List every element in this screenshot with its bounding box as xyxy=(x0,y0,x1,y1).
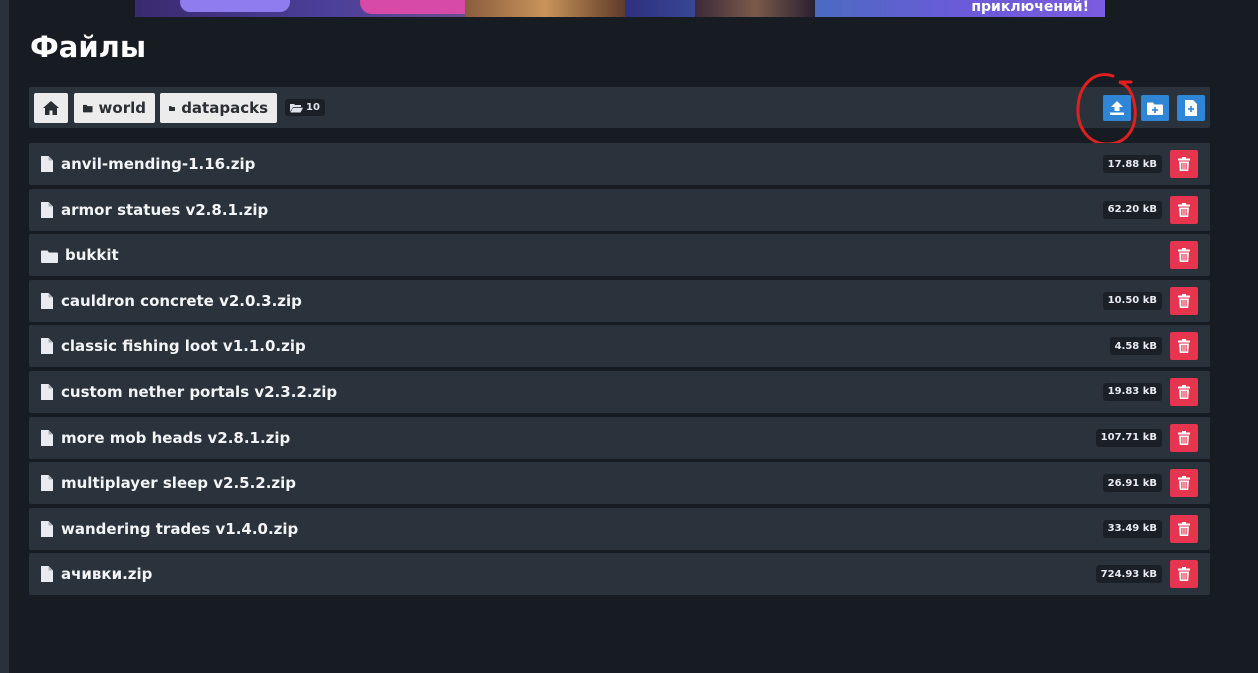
file-row[interactable]: classic fishing loot v1.1.0.zip 4.58 kB xyxy=(29,325,1210,368)
file-row[interactable]: ачивки.zip 724.93 kB xyxy=(29,553,1210,596)
item-count: 10 xyxy=(306,102,320,113)
folder-row[interactable]: bukkit xyxy=(29,234,1210,277)
file-icon xyxy=(41,520,53,537)
file-size-badge: 19.83 kB xyxy=(1102,382,1162,401)
trash-icon xyxy=(1178,430,1190,445)
trash-icon xyxy=(1178,384,1190,399)
breadcrumb-world[interactable]: world xyxy=(74,93,155,123)
home-icon xyxy=(43,101,59,115)
file-row[interactable]: custom nether portals v2.3.2.zip 19.83 kB xyxy=(29,370,1210,413)
file-icon xyxy=(41,383,53,404)
file-name[interactable]: wandering trades v1.4.0.zip xyxy=(61,520,298,538)
file-icon xyxy=(41,566,53,583)
new-file-icon xyxy=(1185,100,1197,116)
breadcrumb-label: world xyxy=(98,99,146,117)
file-name[interactable]: classic fishing loot v1.1.0.zip xyxy=(61,337,306,355)
file-size-badge: 724.93 kB xyxy=(1095,565,1162,584)
delete-button[interactable] xyxy=(1170,241,1198,270)
sidebar-edge xyxy=(0,0,9,673)
file-size-badge: 17.88 kB xyxy=(1102,155,1162,173)
trash-icon xyxy=(1178,339,1190,354)
file-size-badge: 62.20 kB xyxy=(1102,200,1162,219)
breadcrumb-home[interactable] xyxy=(34,93,68,123)
folder-icon xyxy=(41,250,58,264)
trash-icon xyxy=(1178,476,1190,491)
file-list: anvil-mending-1.16.zip 17.88 kB armor stat… xyxy=(29,143,1210,599)
banner-text: приключений! xyxy=(971,0,1089,15)
trash-icon xyxy=(1178,248,1190,263)
delete-button[interactable] xyxy=(1170,377,1198,406)
file-row[interactable]: armor statues v2.8.1.zip 62.20 kB xyxy=(29,188,1210,231)
file-icon xyxy=(41,156,53,176)
file-icon xyxy=(41,475,53,495)
folder-icon xyxy=(169,105,176,111)
delete-button[interactable] xyxy=(1170,514,1198,543)
ad-banner[interactable]: приключений! xyxy=(135,0,1105,17)
file-icon xyxy=(41,156,53,172)
file-name[interactable]: bukkit xyxy=(65,246,119,264)
file-name[interactable]: custom nether portals v2.3.2.zip xyxy=(61,383,337,401)
file-row[interactable]: cauldron concrete v2.0.3.zip 10.50 kB xyxy=(29,279,1210,322)
file-row[interactable]: multiplayer sleep v2.5.2.zip 26.91 kB xyxy=(29,462,1210,505)
upload-icon xyxy=(1110,101,1124,115)
file-name[interactable]: anvil-mending-1.16.zip xyxy=(61,155,255,173)
delete-button[interactable] xyxy=(1170,286,1198,315)
trash-icon xyxy=(1178,521,1190,536)
trash-icon xyxy=(1178,567,1190,582)
file-row[interactable]: anvil-mending-1.16.zip 17.88 kB xyxy=(29,143,1210,185)
breadcrumb-label: datapacks xyxy=(181,99,268,117)
file-row[interactable]: wandering trades v1.4.0.zip 33.49 kB xyxy=(29,507,1210,550)
file-icon xyxy=(41,475,53,492)
file-icon xyxy=(41,383,53,400)
file-icon xyxy=(41,338,53,358)
file-size-badge: 33.49 kB xyxy=(1102,519,1162,538)
file-icon xyxy=(41,429,53,446)
file-icon xyxy=(41,520,53,541)
delete-button[interactable] xyxy=(1170,423,1198,452)
file-icon xyxy=(41,338,53,355)
file-icon xyxy=(41,292,53,309)
new-folder-button[interactable] xyxy=(1141,95,1169,121)
file-row[interactable]: more mob heads v2.8.1.zip 107.71 kB xyxy=(29,416,1210,459)
file-icon xyxy=(41,201,53,222)
file-size-badge: 4.58 kB xyxy=(1109,337,1162,356)
file-icon xyxy=(41,429,53,450)
file-name[interactable]: cauldron concrete v2.0.3.zip xyxy=(61,292,302,310)
delete-button[interactable] xyxy=(1170,560,1198,589)
file-toolbar: world datapacks 10 xyxy=(29,87,1210,128)
breadcrumb-datapacks[interactable]: datapacks xyxy=(160,93,277,123)
trash-icon xyxy=(1178,293,1190,308)
new-folder-icon xyxy=(1147,102,1163,115)
trash-icon xyxy=(1178,202,1190,217)
new-file-button[interactable] xyxy=(1177,95,1205,121)
file-icon xyxy=(41,292,53,313)
file-icon xyxy=(41,201,53,218)
trash-icon xyxy=(1178,157,1190,171)
file-name[interactable]: multiplayer sleep v2.5.2.zip xyxy=(61,474,296,492)
file-icon xyxy=(41,566,53,586)
item-count-badge: 10 xyxy=(285,99,325,116)
delete-button[interactable] xyxy=(1170,150,1198,178)
file-size-badge: 26.91 kB xyxy=(1102,474,1162,493)
folder-open-icon xyxy=(290,103,303,112)
file-name[interactable]: armor statues v2.8.1.zip xyxy=(61,201,268,219)
file-size-badge: 10.50 kB xyxy=(1102,291,1162,310)
upload-button[interactable] xyxy=(1103,95,1131,121)
file-name[interactable]: ачивки.zip xyxy=(61,565,152,583)
file-name[interactable]: more mob heads v2.8.1.zip xyxy=(61,429,290,447)
file-size-badge: 107.71 kB xyxy=(1095,428,1162,447)
folder-icon xyxy=(41,248,58,267)
delete-button[interactable] xyxy=(1170,332,1198,361)
folder-icon xyxy=(83,104,93,112)
delete-button[interactable] xyxy=(1170,195,1198,224)
page-title: Файлы xyxy=(30,30,147,64)
delete-button[interactable] xyxy=(1170,469,1198,498)
